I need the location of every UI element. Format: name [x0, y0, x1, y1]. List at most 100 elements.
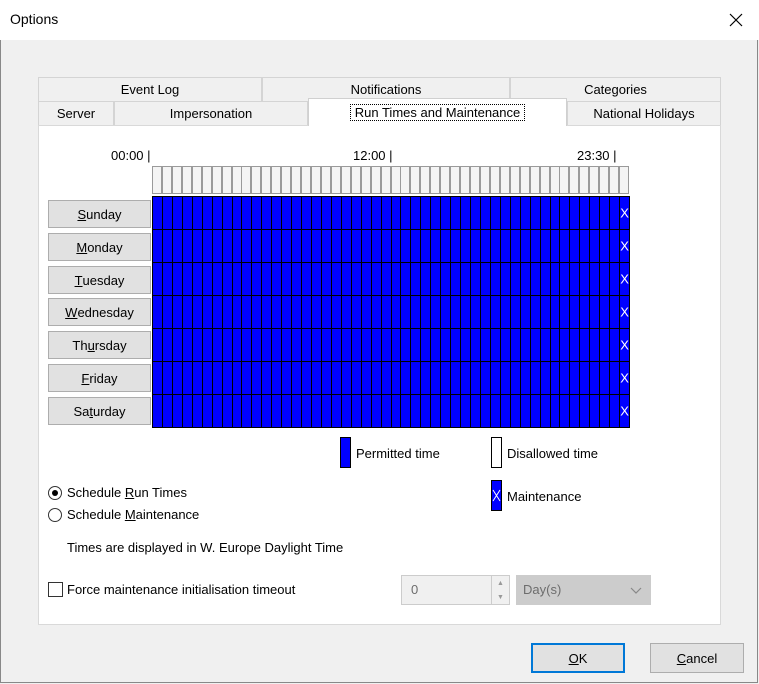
schedule-run-times-label[interactable]: Schedule Run Times	[67, 485, 187, 500]
time-slot-tick[interactable]	[291, 166, 301, 194]
maintenance-swatch	[491, 480, 502, 511]
time-slot-tick[interactable]	[520, 166, 530, 194]
schedule-grid[interactable]	[152, 196, 630, 428]
day-button-saturday[interactable]: Sa t urday	[48, 397, 151, 425]
cancel-button[interactable]: Cancel	[650, 643, 744, 673]
tab-label: National Holidays	[593, 106, 695, 121]
tab-label: Server	[56, 106, 96, 121]
schedule-cell[interactable]	[619, 196, 630, 230]
time-slot-tick[interactable]	[222, 166, 232, 194]
schedule-cell[interactable]	[619, 229, 630, 263]
tab-label: Run Times and Maintenance	[349, 104, 526, 121]
schedule-cell[interactable]	[619, 295, 630, 329]
time-slot-tick[interactable]	[589, 166, 599, 194]
tab-label: Notifications	[350, 82, 422, 97]
time-slot-tick[interactable]	[301, 166, 311, 194]
time-label-mid: 12:00 |	[353, 148, 393, 163]
time-label-end: 23:30 |	[577, 148, 617, 163]
time-slot-tick[interactable]	[281, 166, 291, 194]
time-slot-tick[interactable]	[202, 166, 212, 194]
time-slot-tick[interactable]	[400, 166, 410, 194]
legend-permitted-label: Permitted time	[356, 446, 440, 461]
day-button-thursday[interactable]: Th u rsday	[48, 331, 151, 359]
time-slot-tick[interactable]	[331, 166, 341, 194]
time-slot-tick[interactable]	[321, 166, 331, 194]
spin-down-icon[interactable]: ▼	[492, 590, 509, 604]
close-button[interactable]	[713, 0, 759, 40]
time-slot-tick[interactable]	[530, 166, 540, 194]
day-button-monday[interactable]: Monday	[48, 233, 151, 261]
time-slot-tick[interactable]	[162, 166, 172, 194]
tab-label: Categories	[584, 82, 647, 97]
spin-up-icon[interactable]: ▲	[492, 576, 509, 590]
day-button-tuesday[interactable]: Tuesday	[48, 266, 151, 294]
time-slot-tick[interactable]	[420, 166, 430, 194]
time-slot-tick[interactable]	[609, 166, 619, 194]
schedule-maintenance-label[interactable]: Schedule Maintenance	[67, 507, 199, 522]
tab-label: Impersonation	[169, 106, 253, 121]
spinner-buttons: ▲ ▼	[491, 576, 509, 604]
time-slot-tick[interactable]	[212, 166, 222, 194]
schedule-run-times-radio[interactable]	[48, 486, 62, 500]
permitted-swatch	[340, 437, 351, 468]
schedule-cell[interactable]	[619, 361, 630, 395]
time-slot-tick[interactable]	[599, 166, 609, 194]
time-slot-tick[interactable]	[261, 166, 271, 194]
time-slot-tick[interactable]	[172, 166, 182, 194]
tab-server[interactable]: Server	[38, 101, 114, 125]
time-slot-tick[interactable]	[579, 166, 589, 194]
tab-impersonation[interactable]: Impersonation	[114, 101, 308, 125]
time-slot-tick[interactable]	[430, 166, 440, 194]
time-slot-tick[interactable]	[440, 166, 450, 194]
window-title: Options	[10, 11, 59, 27]
time-slot-tick[interactable]	[371, 166, 381, 194]
schedule-maintenance-radio[interactable]	[48, 508, 62, 522]
time-slot-tick[interactable]	[619, 166, 629, 194]
ok-button[interactable]: OK	[531, 643, 625, 673]
time-slot-tick[interactable]	[182, 166, 192, 194]
timeout-unit-select[interactable]: Day(s)	[516, 575, 651, 605]
schedule-cell[interactable]	[619, 262, 630, 296]
time-slot-tick[interactable]	[470, 166, 480, 194]
close-icon	[729, 13, 743, 27]
time-slot-header	[152, 166, 629, 196]
time-slot-tick[interactable]	[341, 166, 351, 194]
tab-national-holidays[interactable]: National Holidays	[567, 101, 721, 125]
schedule-cell[interactable]	[619, 394, 630, 428]
time-slot-tick[interactable]	[311, 166, 321, 194]
time-slot-tick[interactable]	[450, 166, 460, 194]
disallowed-swatch	[491, 437, 502, 468]
time-slot-tick[interactable]	[241, 166, 251, 194]
time-slot-tick[interactable]	[480, 166, 490, 194]
time-slot-tick[interactable]	[271, 166, 281, 194]
time-slot-tick[interactable]	[460, 166, 470, 194]
timeout-value-spinner[interactable]: 0 ▲ ▼	[401, 575, 510, 605]
chevron-down-icon	[630, 587, 642, 594]
time-slot-tick[interactable]	[251, 166, 261, 194]
time-slot-tick[interactable]	[569, 166, 579, 194]
time-slot-tick[interactable]	[192, 166, 202, 194]
time-slot-tick[interactable]	[510, 166, 520, 194]
title-bar: Options	[0, 0, 759, 40]
day-button-wednesday[interactable]: Wednesday	[48, 298, 151, 326]
time-slot-tick[interactable]	[500, 166, 510, 194]
tab-run-times-and-maintenance[interactable]: Run Times and Maintenance	[308, 98, 567, 126]
day-button-sunday[interactable]: Sunday	[48, 200, 151, 228]
timezone-note: Times are displayed in W. Europe Dayligh…	[67, 540, 344, 555]
time-slot-tick[interactable]	[540, 166, 550, 194]
force-timeout-checkbox[interactable]	[48, 582, 63, 597]
legend-maintenance-label: Maintenance	[507, 489, 582, 504]
tab-label: Event Log	[120, 82, 180, 97]
time-slot-tick[interactable]	[559, 166, 569, 194]
time-label-start: 00:00 |	[111, 148, 151, 163]
time-slot-tick[interactable]	[351, 166, 361, 194]
day-button-friday[interactable]: Friday	[48, 364, 151, 392]
tab-event-log[interactable]: Event Log	[38, 77, 262, 101]
schedule-cell[interactable]	[619, 328, 630, 362]
time-slot-tick[interactable]	[381, 166, 391, 194]
time-slot-tick[interactable]	[361, 166, 371, 194]
force-timeout-label[interactable]: Force maintenance initialisation timeout	[67, 582, 295, 597]
time-slot-tick[interactable]	[410, 166, 420, 194]
time-slot-tick[interactable]	[152, 166, 162, 194]
time-slot-tick[interactable]	[490, 166, 500, 194]
